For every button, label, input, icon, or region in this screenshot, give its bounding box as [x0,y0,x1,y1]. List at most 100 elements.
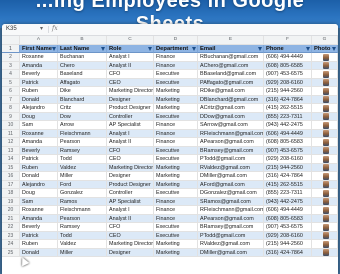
table-cell[interactable]: PAffagato@gmail.com [198,78,264,87]
table-cell[interactable]: Marketing [154,172,198,181]
photo-cell[interactable] [312,197,338,206]
photo-cell[interactable] [312,214,338,223]
photo-cell[interactable] [312,240,338,249]
table-cell[interactable]: APearson@gmail.com [198,214,264,223]
photo-cell[interactable] [312,146,338,155]
row-number[interactable]: 11 [2,129,20,138]
column-letter-b[interactable]: B [58,36,107,45]
row-number[interactable]: 24 [2,240,20,249]
name-box-dropdown-icon[interactable]: ▾ [40,25,43,32]
column-letter-c[interactable]: C [107,36,154,45]
table-cell[interactable]: (608) 805-6585 [264,61,312,70]
table-cell[interactable]: CEO [107,231,154,240]
photo-cell[interactable] [312,206,338,215]
table-cell[interactable]: Analyst II [107,61,154,70]
table-cell[interactable]: Executive [154,189,198,198]
table-cell[interactable]: Fleischmann [58,206,107,215]
table-cell[interactable]: Product Designer [107,104,154,113]
table-cell[interactable]: (907) 453-6575 [264,70,312,79]
photo-cell[interactable] [312,95,338,104]
table-cell[interactable]: Ford [58,180,107,189]
table-cell[interactable]: Critz [58,104,107,113]
row-number[interactable]: 16 [2,172,20,181]
table-cell[interactable]: Amanda [20,61,58,70]
table-cell[interactable]: Finance [154,138,198,147]
table-cell[interactable]: Sam [20,121,58,130]
table-cell[interactable]: Marketing Director [107,163,154,172]
table-cell[interactable]: AFord@gmail.com [198,180,264,189]
filter-icon[interactable] [52,46,56,51]
row-number[interactable]: 22 [2,223,20,232]
table-cell[interactable]: Finance [154,129,198,138]
table-cell[interactable]: Sam [20,197,58,206]
table-cell[interactable]: Amanda [20,138,58,147]
table-cell[interactable]: (316) 424-7864 [264,95,312,104]
row-number[interactable]: 6 [2,87,20,96]
table-cell[interactable]: Analyst II [107,138,154,147]
table-cell[interactable]: Dow [58,112,107,121]
table-cell[interactable]: Ramsey [58,223,107,232]
column-header-photo[interactable]: Photo [312,44,338,53]
table-cell[interactable]: Executive [154,223,198,232]
photo-cell[interactable] [312,87,338,96]
row-number[interactable]: 2 [2,53,20,62]
table-cell[interactable]: (608) 805-6583 [264,214,312,223]
table-cell[interactable]: PTodd@gmail.com [198,155,264,164]
table-cell[interactable]: Finance [154,214,198,223]
table-cell[interactable]: Fleischmann [58,129,107,138]
row-number[interactable]: 19 [2,197,20,206]
row-number[interactable]: 20 [2,206,20,215]
table-cell[interactable]: AP Specialist [107,121,154,130]
table-cell[interactable]: Designer [107,172,154,181]
table-cell[interactable]: Alejandro [20,104,58,113]
photo-cell[interactable] [312,129,338,138]
row-number[interactable]: 25 [2,248,20,257]
photo-cell[interactable] [312,163,338,172]
table-cell[interactable]: BRamsey@gmail.com [198,223,264,232]
table-cell[interactable]: Executive [154,78,198,87]
row-number[interactable]: 8 [2,104,20,113]
row-number[interactable]: 21 [2,214,20,223]
row-number[interactable]: 18 [2,189,20,198]
column-letter-e[interactable]: E [198,36,264,45]
table-cell[interactable]: Beverly [20,70,58,79]
table-cell[interactable]: Ruben [20,240,58,249]
table-cell[interactable]: Analyst II [107,214,154,223]
table-cell[interactable]: Finance [154,206,198,215]
table-cell[interactable]: SRamos@gmail.com [198,197,264,206]
row-number[interactable]: 1 [2,44,20,53]
row-number[interactable]: 7 [2,95,20,104]
photo-cell[interactable] [312,180,338,189]
table-cell[interactable]: (415) 262-5515 [264,104,312,113]
table-cell[interactable]: (215) 944-2560 [264,163,312,172]
select-all-corner[interactable] [2,36,20,45]
table-cell[interactable]: Marketing [154,104,198,113]
table-cell[interactable]: Finance [154,121,198,130]
table-cell[interactable]: Ramos [58,197,107,206]
table-cell[interactable]: Analyst I [107,129,154,138]
table-cell[interactable]: Affagato [58,78,107,87]
table-cell[interactable]: Alejandro [20,180,58,189]
table-cell[interactable]: Marketing Director [107,87,154,96]
table-cell[interactable]: Marketing Director [107,240,154,249]
table-cell[interactable]: DDow@gmail.com [198,112,264,121]
table-cell[interactable]: RFleischmann@gmail.com [198,129,264,138]
table-cell[interactable]: (316) 424-7864 [264,248,312,257]
table-cell[interactable]: Ramsey [58,146,107,155]
table-cell[interactable]: Valdez [58,163,107,172]
column-header-role[interactable]: Role [107,44,154,53]
table-cell[interactable]: Beverly [20,146,58,155]
column-letter-a[interactable]: A [20,36,58,45]
photo-cell[interactable] [312,78,338,87]
photo-cell[interactable] [312,231,338,240]
table-cell[interactable]: DBlanchard@gmail.com [198,95,264,104]
table-cell[interactable]: Ruben [20,163,58,172]
photo-cell[interactable] [312,138,338,147]
filter-icon[interactable] [192,46,196,51]
photo-cell[interactable] [312,189,338,198]
table-cell[interactable]: Miller [58,248,107,257]
filter-icon[interactable] [258,46,262,51]
table-cell[interactable]: Todd [58,231,107,240]
table-cell[interactable]: Donald [20,172,58,181]
table-cell[interactable]: DMiller@gmail.com [198,248,264,257]
